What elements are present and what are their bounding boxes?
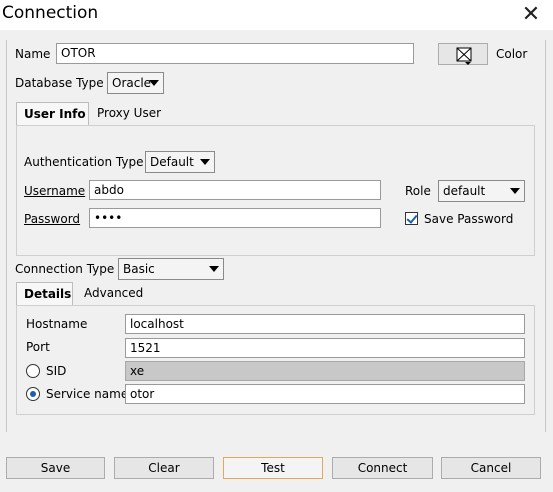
service-name-label: Service name xyxy=(46,387,129,401)
color-label: Color xyxy=(496,47,528,61)
role-value: default xyxy=(443,184,486,198)
save-button-label: Save xyxy=(40,461,71,475)
tab-user-info-label: User Info xyxy=(24,107,86,121)
tab-details-label: Details xyxy=(24,287,72,301)
color-swatch-icon xyxy=(456,47,472,65)
save-button[interactable]: Save xyxy=(6,457,105,479)
connect-button-label: Connect xyxy=(357,461,408,475)
test-button-label: Test xyxy=(261,461,285,475)
connection-type-label: Connection Type xyxy=(15,262,115,276)
database-type-value: Oracle xyxy=(112,76,152,90)
hostname-input[interactable]: localhost xyxy=(125,314,525,334)
chevron-down-icon xyxy=(149,80,159,86)
connection-type-select[interactable]: Basic xyxy=(118,258,224,280)
clear-button-label: Clear xyxy=(148,461,180,475)
username-label: Username xyxy=(24,184,86,198)
sid-radio[interactable] xyxy=(26,364,40,378)
clear-button[interactable]: Clear xyxy=(114,457,214,479)
save-password-checkbox[interactable] xyxy=(405,212,418,225)
tab-advanced[interactable]: Advanced xyxy=(77,282,147,306)
radio-selected-dot xyxy=(30,391,36,397)
sid-label: SID xyxy=(46,364,67,378)
database-type-select[interactable]: Oracle xyxy=(107,72,164,94)
connection-type-value: Basic xyxy=(123,262,155,276)
tab-advanced-label: Advanced xyxy=(84,286,144,300)
port-label: Port xyxy=(26,340,50,354)
close-icon[interactable]: ✕ xyxy=(518,2,544,28)
connect-button[interactable]: Connect xyxy=(332,457,433,479)
tab-user-info[interactable]: User Info xyxy=(16,102,89,126)
chevron-down-icon xyxy=(200,159,210,165)
save-password-label: Save Password xyxy=(424,212,514,226)
service-name-radio[interactable] xyxy=(26,387,40,401)
name-input[interactable]: OTOR xyxy=(56,43,414,64)
chevron-down-icon xyxy=(209,266,219,272)
password-label: Password xyxy=(24,212,81,226)
password-input[interactable]: •••• xyxy=(89,208,381,228)
auth-type-value: Default xyxy=(150,155,194,169)
tab-proxy-user-label: Proxy User xyxy=(97,106,162,120)
tab-proxy-user[interactable]: Proxy User xyxy=(90,102,170,126)
auth-type-label: Authentication Type xyxy=(24,155,144,169)
username-input[interactable]: abdo xyxy=(89,180,381,200)
color-button[interactable] xyxy=(438,43,488,65)
port-input[interactable]: 1521 xyxy=(125,338,525,358)
cancel-button-label: Cancel xyxy=(470,461,512,475)
role-select[interactable]: default xyxy=(438,180,525,202)
sid-input[interactable]: xe xyxy=(125,361,525,381)
checkmark-icon xyxy=(406,212,418,224)
hostname-label: Hostname xyxy=(26,317,88,331)
role-label: Role xyxy=(405,184,431,198)
database-type-label: Database Type xyxy=(15,76,104,90)
tab-details[interactable]: Details xyxy=(16,282,73,306)
test-button[interactable]: Test xyxy=(223,457,323,479)
chevron-down-icon xyxy=(510,188,520,194)
service-name-input[interactable]: otor xyxy=(125,384,525,404)
window-title: Connection xyxy=(2,3,99,23)
name-label: Name xyxy=(15,47,51,61)
auth-type-select[interactable]: Default xyxy=(145,151,215,173)
cancel-button[interactable]: Cancel xyxy=(441,457,541,479)
